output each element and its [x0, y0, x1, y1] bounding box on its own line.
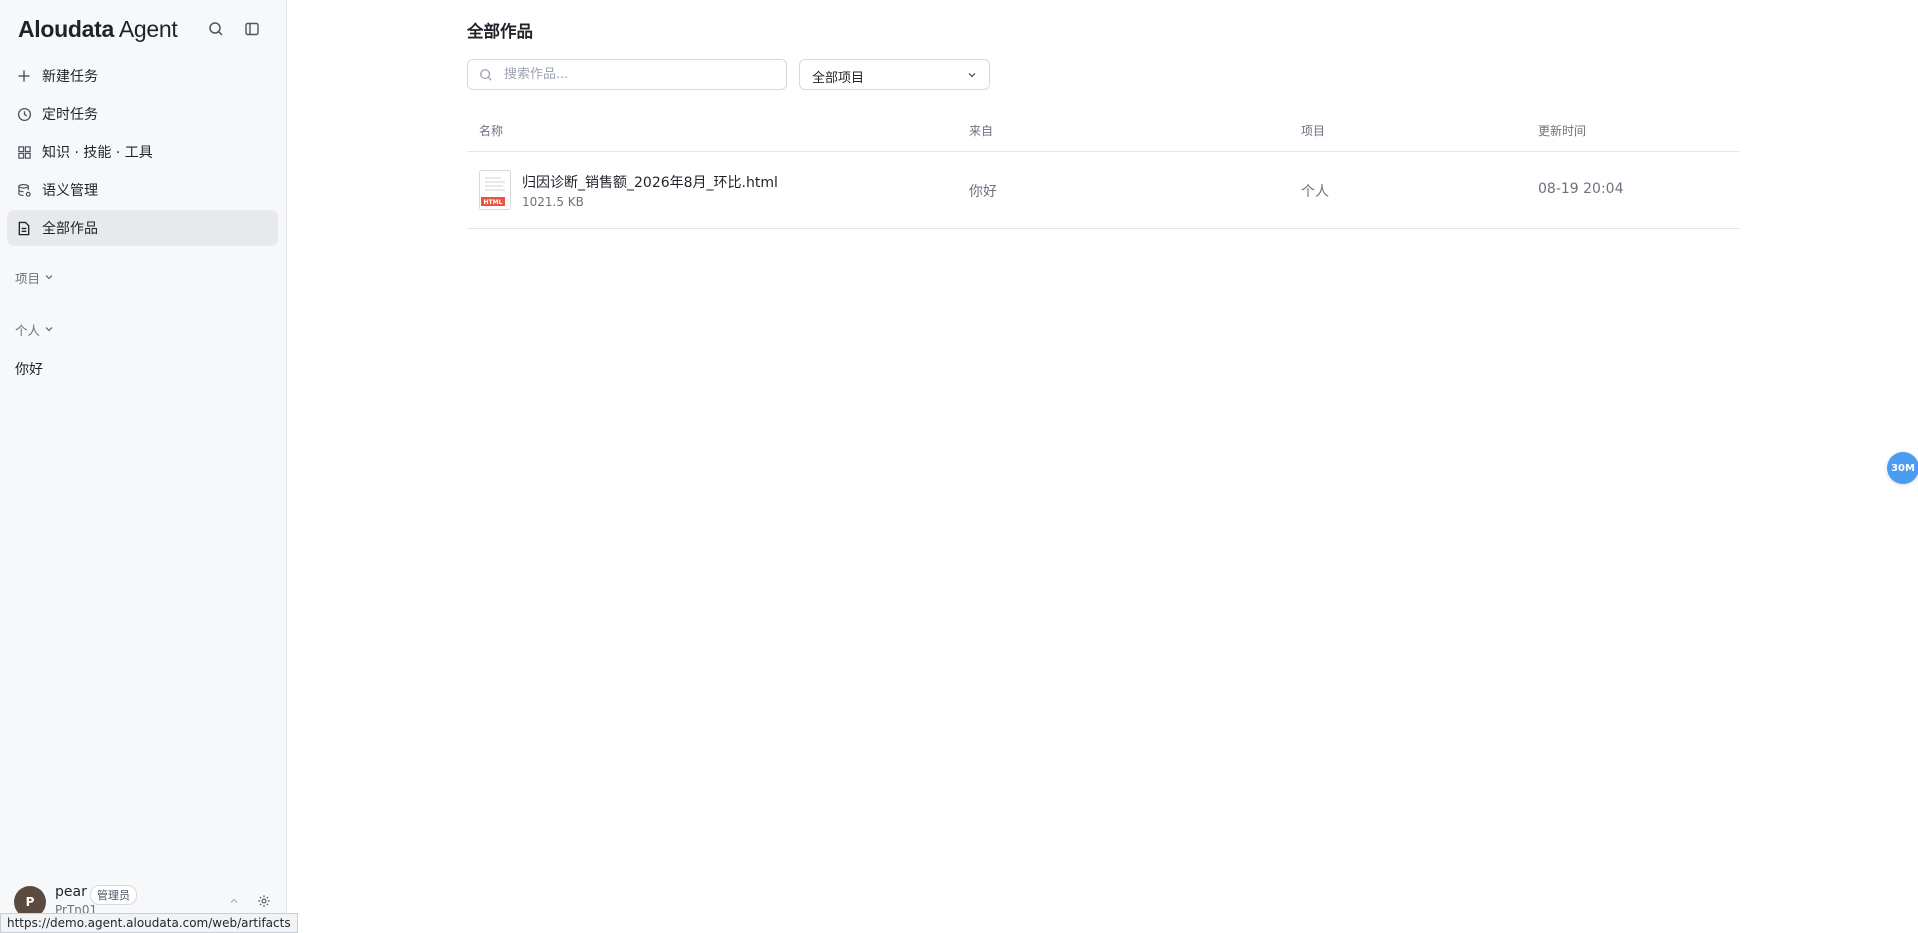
- section-projects-toggle[interactable]: 项目: [15, 268, 54, 287]
- search-icon[interactable]: [205, 18, 227, 40]
- file-type-badge: HTML: [484, 199, 503, 206]
- cell-from: 你好: [969, 184, 997, 200]
- works-table: 名称 来自 项目 更新时间 HTML 归因诊断_销售额_2026年8月_环比.h…: [467, 110, 1739, 229]
- search-input[interactable]: [504, 63, 774, 86]
- database-gear-icon: [16, 182, 32, 198]
- status-bar-url: https://demo.agent.aloudata.com/web/arti…: [0, 913, 298, 933]
- role-badge: 管理员: [90, 885, 137, 905]
- project-filter-select[interactable]: 全部项目: [799, 59, 990, 90]
- sidebar-nav: 新建任务 定时任务 知识 · 技能 · 工具 语义管理 全部作品: [7, 58, 278, 248]
- user-name: pear: [55, 884, 87, 900]
- file-name[interactable]: 归因诊断_销售额_2026年8月_环比.html: [522, 172, 778, 192]
- sidebar: Aloudata Agent 新建任务 定时任务 知识 · 技能 · 工具 语义…: [0, 0, 298, 933]
- clock-icon: [16, 106, 32, 122]
- sidebar-item-semantic-management[interactable]: 语义管理: [7, 172, 278, 208]
- sidebar-item-label: 知识 · 技能 · 工具: [42, 145, 153, 161]
- brand-name-bold: Aloudata: [18, 16, 114, 42]
- floating-timer-button[interactable]: 30M: [1887, 452, 1918, 484]
- sidebar-item-knowledge-skills-tools[interactable]: 知识 · 技能 · 工具: [7, 134, 278, 170]
- personal-item-nihao[interactable]: 你好: [15, 359, 43, 379]
- sidebar-item-new-task[interactable]: 新建任务: [7, 58, 278, 94]
- column-header-project: 项目: [1301, 124, 1326, 138]
- plus-icon: [16, 68, 32, 84]
- sidebar-item-scheduled-tasks[interactable]: 定时任务: [7, 96, 278, 132]
- section-personal-label: 个人: [15, 323, 41, 338]
- search-box[interactable]: [467, 59, 787, 90]
- sidebar-item-label: 语义管理: [42, 183, 98, 199]
- table-row[interactable]: HTML 归因诊断_销售额_2026年8月_环比.html 1021.5 KB …: [467, 152, 1739, 229]
- sidebar-item-label: 新建任务: [42, 69, 98, 85]
- grid-icon: [16, 144, 32, 160]
- chevron-up-icon[interactable]: [227, 894, 241, 908]
- sidebar-toggle-icon[interactable]: [241, 18, 263, 40]
- cell-project: 个人: [1301, 184, 1329, 200]
- sidebar-item-label: 全部作品: [42, 221, 98, 237]
- brand-logo[interactable]: Aloudata Agent: [18, 16, 178, 43]
- document-icon: [16, 220, 32, 236]
- chevron-down-icon: [44, 322, 54, 337]
- cell-updated: 08-19 20:04: [1538, 181, 1624, 197]
- brand-name-light: Agent: [114, 16, 178, 42]
- section-personal-toggle[interactable]: 个人: [15, 320, 54, 339]
- column-header-from: 来自: [969, 124, 994, 138]
- sidebar-item-all-works[interactable]: 全部作品: [7, 210, 278, 246]
- chevron-down-icon: [966, 69, 978, 81]
- section-projects-label: 项目: [15, 271, 41, 286]
- main-content: 全部作品 全部项目 名称 来自 项目 更新时间: [288, 0, 1918, 933]
- chevron-down-icon: [44, 270, 54, 285]
- column-header-name: 名称: [479, 124, 504, 138]
- sidebar-item-label: 定时任务: [42, 107, 98, 123]
- table-header: 名称 来自 项目 更新时间: [467, 110, 1739, 152]
- project-filter-value: 全部项目: [812, 71, 865, 86]
- html-file-icon: HTML: [479, 170, 511, 210]
- page-title: 全部作品: [467, 22, 533, 41]
- gear-icon[interactable]: [256, 893, 272, 909]
- file-size: 1021.5 KB: [522, 195, 584, 209]
- column-header-updated: 更新时间: [1538, 124, 1587, 138]
- search-icon: [478, 67, 493, 82]
